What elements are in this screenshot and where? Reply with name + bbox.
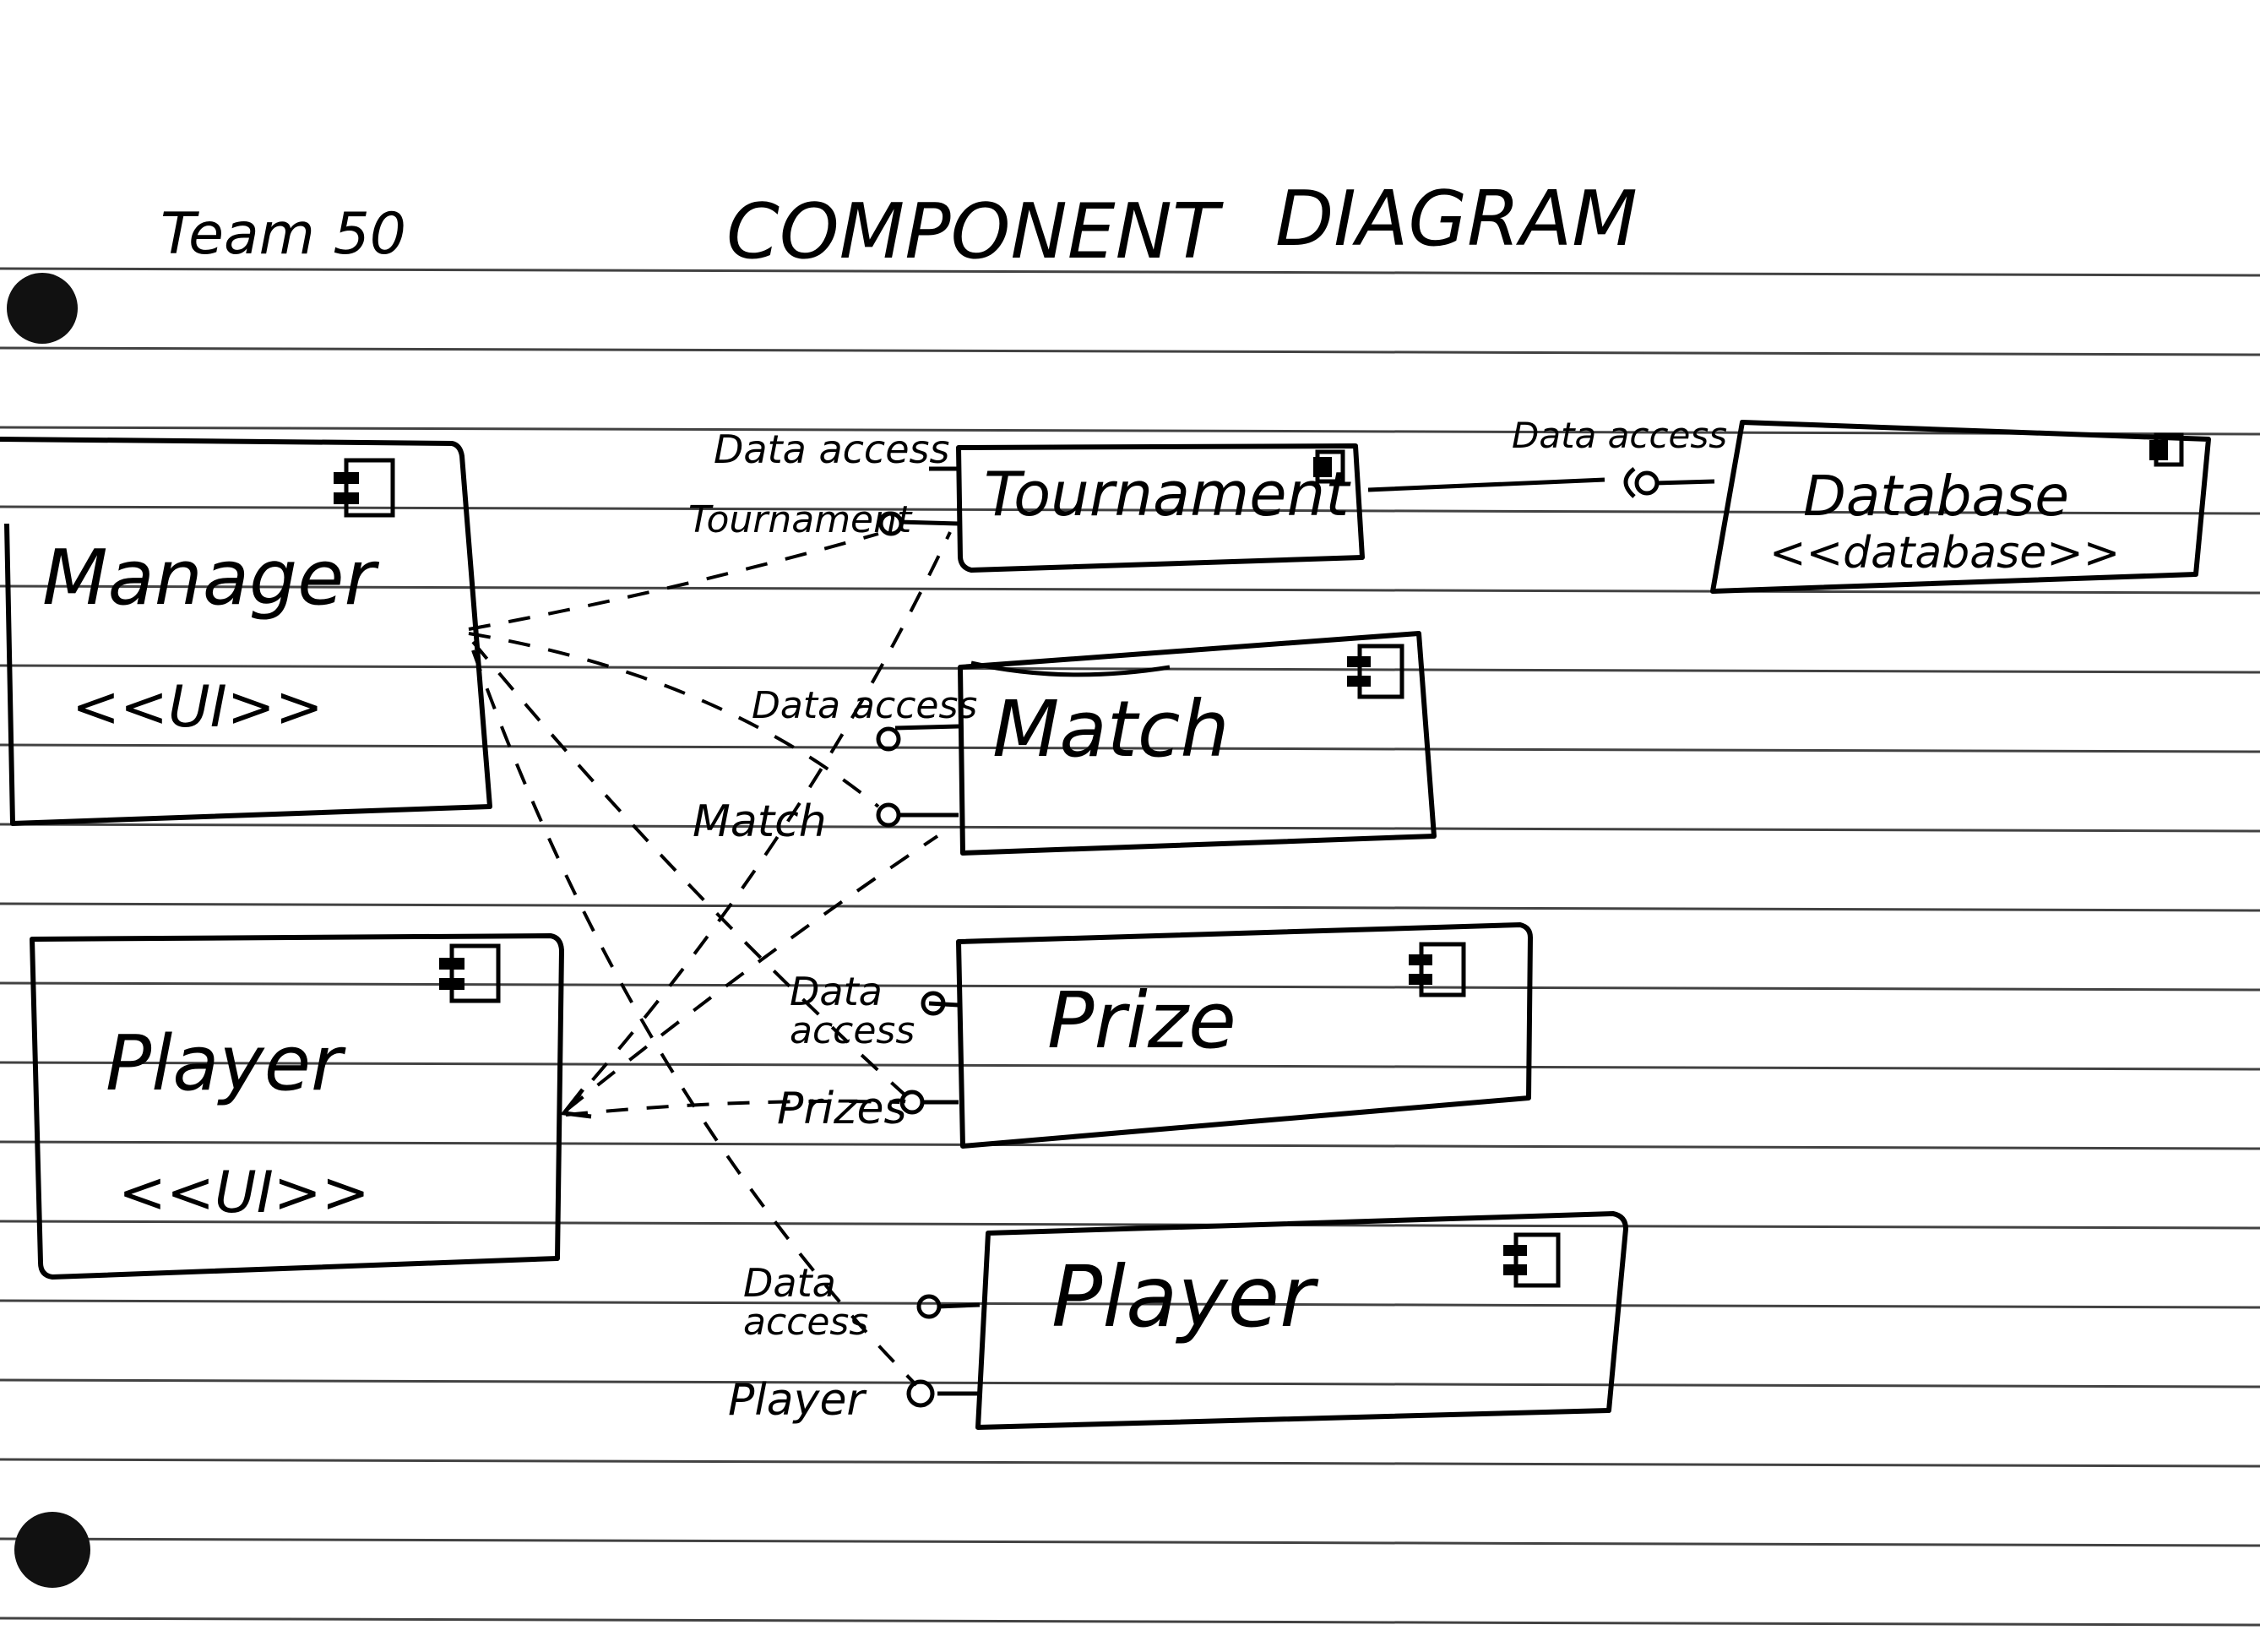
diagram-title-2: DIAGRAM (1275, 175, 1638, 264)
diagram-title-1: COMPONENT (726, 187, 1224, 276)
interface-label: Data (790, 969, 883, 1014)
interface-label: Data (743, 1260, 836, 1306)
component-diagram: Team 50 COMPONENT DIAGRAM Manager <<UI>>… (0, 175, 2260, 1627)
interface-label: Data access (714, 427, 949, 472)
component-stereotype: <<UI>> (118, 1160, 370, 1226)
interface-label: Prizes (777, 1084, 907, 1134)
rule-line (0, 1617, 2260, 1627)
component-icon (1503, 1232, 1561, 1288)
rule-line (0, 1140, 2260, 1150)
binder-hole-top (7, 273, 78, 344)
component-manager[interactable]: Manager <<UI>> (0, 437, 492, 826)
rule-line (0, 346, 2260, 356)
binder-hole-bottom (14, 1512, 90, 1588)
interface-match-data (876, 726, 901, 752)
component-stereotype: <<database>> (1769, 528, 2120, 579)
interface-label: Tournament (688, 498, 913, 541)
component-name: Player (1051, 1247, 1319, 1346)
interface-label: Data access (752, 684, 977, 727)
component-player-ui[interactable]: Player <<UI>> (30, 933, 564, 1280)
rule-line (0, 1378, 2260, 1388)
rule-line (0, 902, 2260, 912)
component-icon (439, 943, 501, 1003)
component-prize[interactable]: Prize (956, 922, 1533, 1149)
interface-database (1634, 470, 1660, 496)
rule-line (0, 1458, 2260, 1468)
rule-line (0, 1537, 2260, 1547)
component-tournament[interactable]: Tournament (956, 443, 1365, 573)
team-label: Team 50 (160, 201, 406, 268)
interface-match-provided (876, 802, 901, 828)
rule-line (0, 823, 2260, 833)
component-name: Manager (42, 534, 379, 622)
component-player[interactable]: Player (975, 1211, 1628, 1430)
component-database[interactable]: Database <<database>> (1710, 420, 2211, 594)
interface-label: Match (693, 796, 827, 847)
interface-player-provided (906, 1379, 935, 1408)
component-name: Match (992, 684, 1230, 774)
component-name: Tournament (984, 459, 1351, 530)
component-match[interactable]: Match (958, 631, 1437, 856)
interface-label: access (790, 1009, 915, 1052)
component-name: Database (1803, 464, 2069, 529)
interface-label: Player (728, 1375, 867, 1426)
component-stereotype: <<UI>> (72, 674, 323, 741)
component-icon (1347, 644, 1404, 699)
component-name: Prize (1047, 975, 1236, 1066)
component-name: Player (106, 1019, 346, 1108)
interface-label: Data access (1512, 415, 1727, 456)
interface-player-data (916, 1294, 942, 1319)
interface-label: access (743, 1301, 868, 1344)
